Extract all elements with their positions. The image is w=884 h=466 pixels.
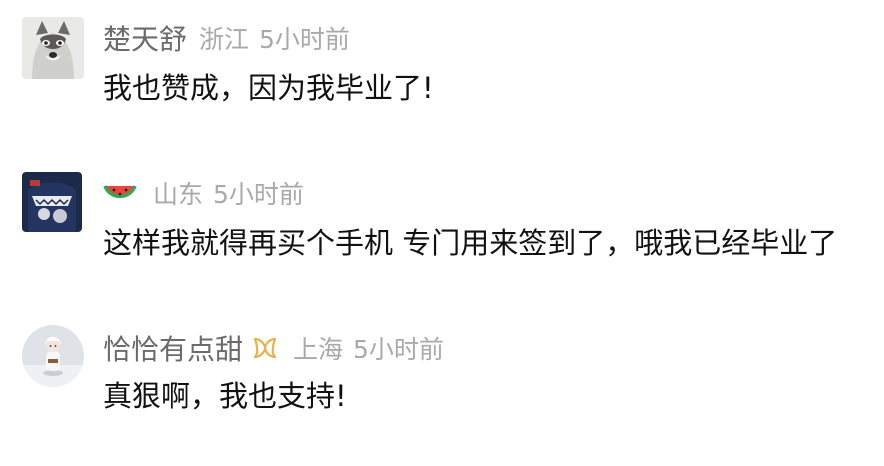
bape-shark-avatar-icon xyxy=(22,172,82,232)
username[interactable]: 恰恰有点甜 xyxy=(103,328,243,368)
location-label: 上海 xyxy=(293,335,344,364)
comment-text: 我也赞成，因为我毕业了! xyxy=(103,71,434,105)
timestamp: 5小时前 xyxy=(259,25,350,54)
location-label: 浙江 xyxy=(199,25,250,54)
comment-text: 真狠啊，我也支持! xyxy=(103,379,347,413)
timestamp: 5小时前 xyxy=(353,335,444,364)
comment-meta: 山东 5小时前 xyxy=(103,173,304,213)
comment-text: 这样我就得再买个手机 专门用来签到了，哦我已经毕业了 xyxy=(103,226,838,260)
comment-meta: 恰恰有点甜 上海 5小时前 xyxy=(103,328,444,368)
avatar[interactable] xyxy=(22,172,82,232)
avatar[interactable] xyxy=(22,325,84,387)
husky-dog-avatar-icon xyxy=(22,17,84,79)
timestamp: 5小时前 xyxy=(213,180,304,209)
watermelon-icon xyxy=(103,180,137,206)
username[interactable]: 楚天舒 xyxy=(103,18,187,58)
snow-figure-avatar-icon xyxy=(22,325,84,387)
location-label: 山东 xyxy=(153,180,204,209)
ribbon-icon xyxy=(251,335,279,361)
avatar[interactable] xyxy=(22,17,84,79)
comment-meta: 楚天舒 浙江 5小时前 xyxy=(103,18,350,58)
